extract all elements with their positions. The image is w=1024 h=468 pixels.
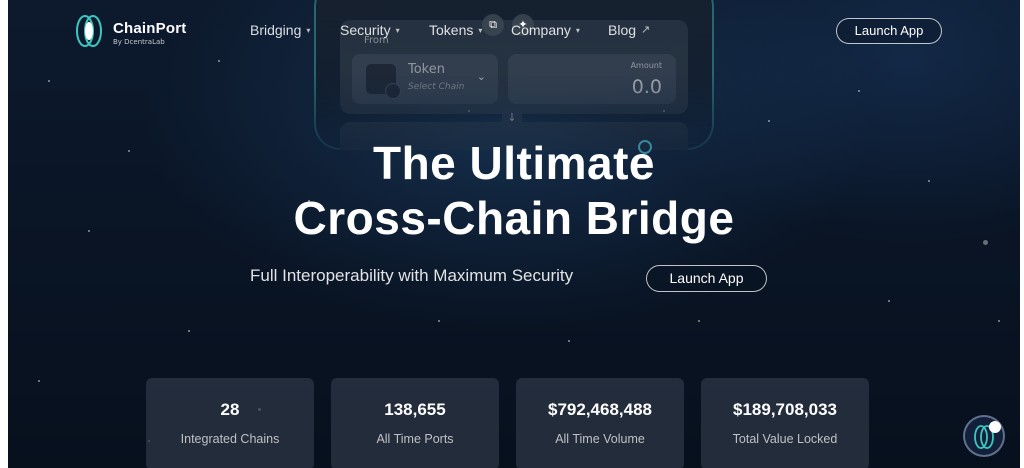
caret-down-icon: ▾ bbox=[478, 26, 483, 35]
external-link-icon: ↗ bbox=[641, 24, 651, 36]
nav-item-bridging[interactable]: Bridging ▾ bbox=[250, 22, 310, 38]
stat-label: All Time Volume bbox=[555, 432, 645, 446]
nav-label: Security bbox=[340, 22, 391, 38]
nav-item-tokens[interactable]: Tokens ▾ bbox=[429, 22, 482, 38]
stat-label: Integrated Chains bbox=[180, 432, 280, 446]
stat-value: 28 bbox=[220, 400, 240, 419]
nav-launch-app-button[interactable]: Launch App bbox=[836, 18, 942, 44]
nav-item-blog[interactable]: Blog ↗ bbox=[608, 22, 650, 38]
hero-title-line-1: The Ultimate bbox=[372, 137, 656, 189]
token-chain-sub: Select Chain bbox=[408, 82, 465, 92]
nav-label: Bridging bbox=[250, 22, 302, 38]
token-select[interactable]: Token Select Chain ⌄ bbox=[352, 54, 498, 104]
nav-label: Blog bbox=[608, 22, 637, 38]
hero-subtitle: Full Interoperability with Maximum Secur… bbox=[250, 266, 574, 285]
page: From Token Select Chain ⌄ Amount 0.0 ↓ ⧉… bbox=[8, 0, 1020, 468]
stat-card-total-value-locked: $189,708,033 Total Value Locked bbox=[701, 378, 869, 468]
stat-value: $792,468,488 bbox=[548, 400, 652, 419]
nav-item-security[interactable]: Security ▾ bbox=[340, 22, 400, 38]
chainport-logo[interactable]: ChainPort By DcentraLab bbox=[73, 14, 233, 48]
stat-card-integrated-chains: 28 Integrated Chains bbox=[146, 378, 314, 468]
amount-label: Amount bbox=[630, 61, 662, 70]
stat-card-all-time-ports: 138,655 All Time Ports bbox=[331, 378, 499, 468]
token-placeholder-icon bbox=[366, 64, 401, 99]
stat-value: 138,655 bbox=[384, 400, 446, 419]
stat-value: $189,708,033 bbox=[733, 400, 837, 419]
token-label: Token bbox=[408, 62, 445, 77]
nav-label: Company bbox=[511, 22, 571, 38]
amount-field[interactable]: Amount 0.0 bbox=[508, 54, 676, 104]
chevron-down-icon: ⌄ bbox=[476, 70, 486, 83]
hero-launch-app-button[interactable]: Launch App bbox=[646, 265, 767, 292]
brand-name: ChainPort bbox=[113, 20, 187, 37]
nav-item-company[interactable]: Company ▾ bbox=[511, 22, 580, 38]
nav-label: Tokens bbox=[429, 22, 474, 38]
chainport-logo-icon bbox=[76, 15, 102, 47]
caret-down-icon: ▾ bbox=[306, 26, 311, 35]
stat-label: Total Value Locked bbox=[732, 432, 838, 446]
stat-card-all-time-volume: $792,468,488 All Time Volume bbox=[516, 378, 684, 468]
stat-label: All Time Ports bbox=[376, 432, 454, 446]
brand-tagline: By DcentraLab bbox=[113, 38, 165, 46]
hero-title-line-2: Cross-Chain Bridge bbox=[293, 192, 735, 244]
amount-value: 0.0 bbox=[631, 76, 662, 98]
caret-down-icon: ▾ bbox=[575, 26, 580, 35]
caret-down-icon: ▾ bbox=[395, 26, 400, 35]
notification-dot bbox=[989, 421, 1001, 433]
chat-widget-button[interactable] bbox=[963, 415, 1005, 457]
copy-icon[interactable]: ⧉ bbox=[482, 14, 504, 36]
hero-title: The Ultimate Cross-Chain Bridge bbox=[8, 136, 1020, 246]
